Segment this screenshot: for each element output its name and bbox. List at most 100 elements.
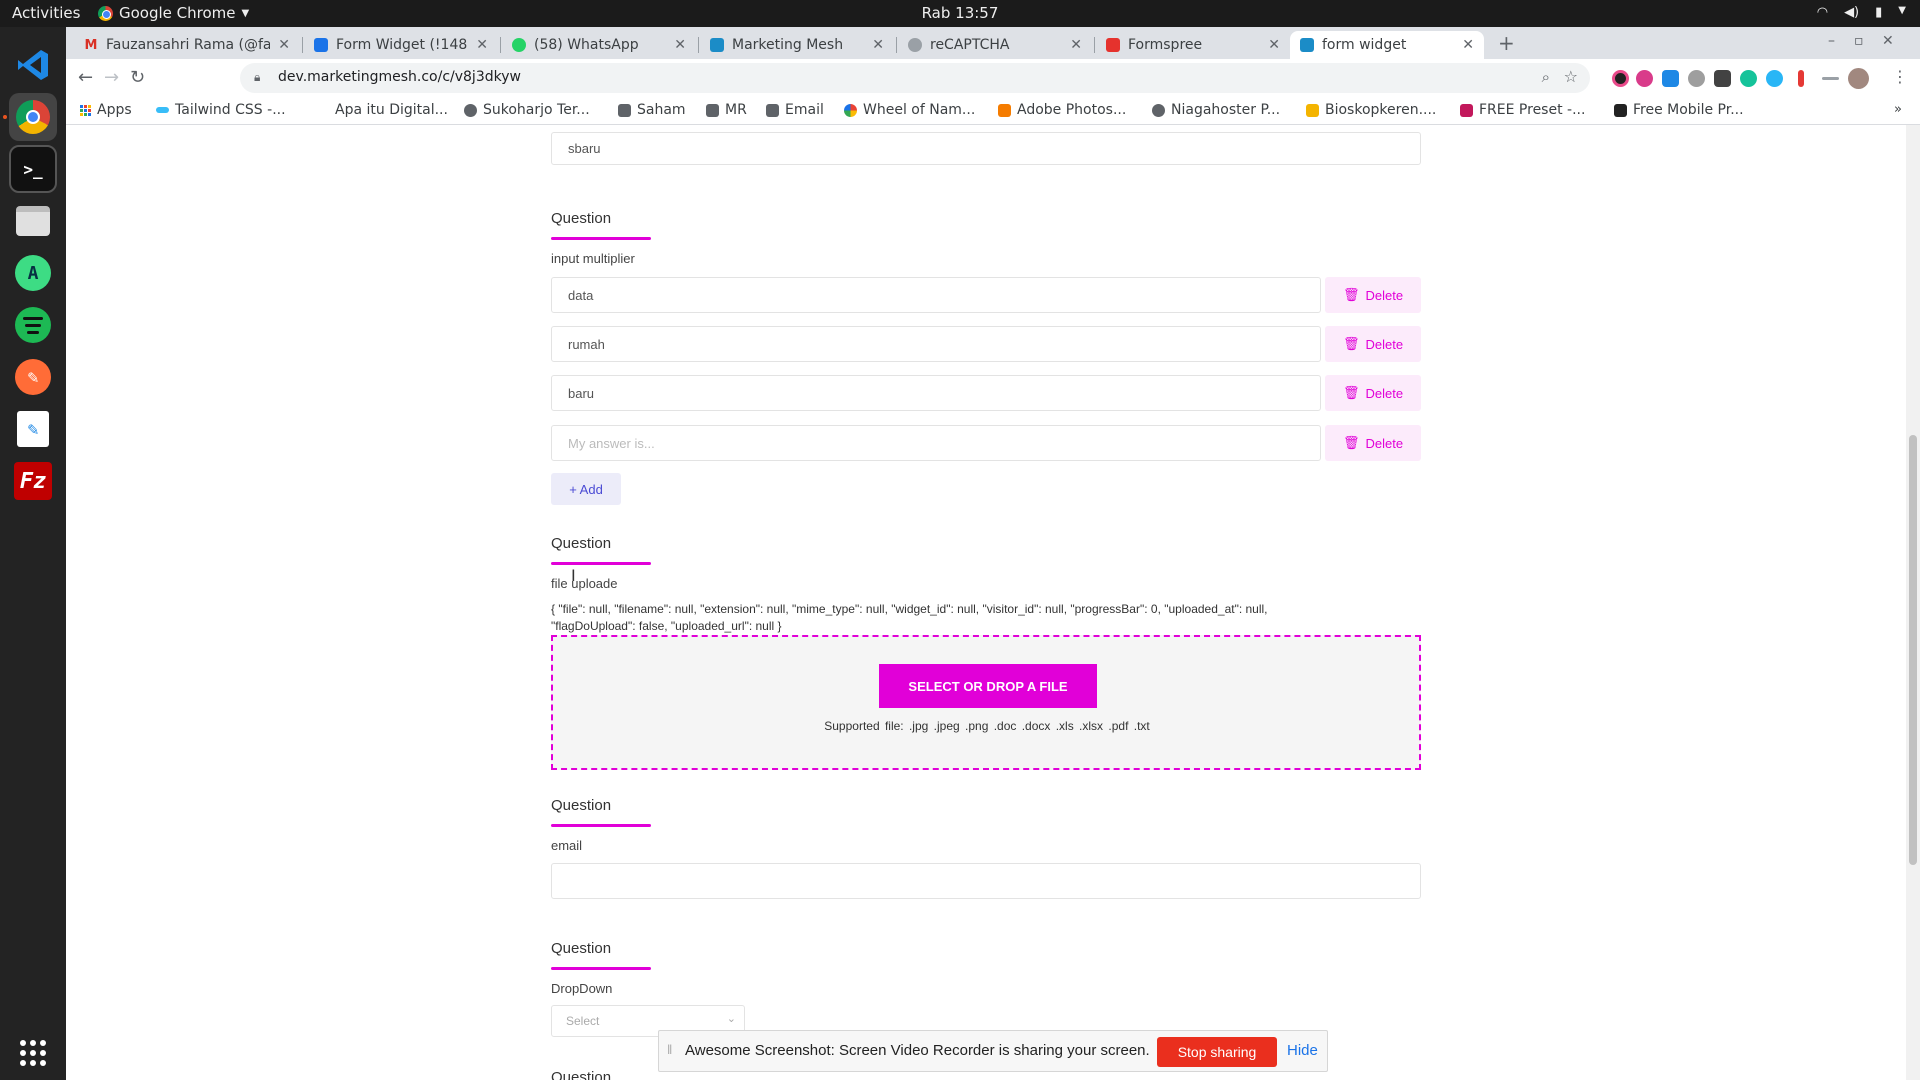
avatar[interactable]: [1848, 68, 1869, 89]
bookmark-adobe[interactable]: Adobe Photos...: [998, 102, 1126, 118]
app-menu[interactable]: Google Chrome ▼: [98, 4, 249, 22]
extension-icon[interactable]: [1612, 70, 1629, 87]
bookmarks-bar: Apps Tailwind CSS -... Apa itu Digital..…: [66, 97, 1920, 125]
bookmark-wheel[interactable]: Wheel of Nam...: [844, 102, 975, 118]
upload-state-json: { "file": null, "filename": null, "exten…: [551, 602, 1268, 633]
tab-marketing-mesh[interactable]: Marketing Mesh ✕: [700, 31, 894, 59]
tab-gmail[interactable]: M Fauzansahri Rama (@faw ✕: [74, 31, 300, 59]
text-editor-icon[interactable]: ✎: [9, 405, 57, 453]
tab-form-widget[interactable]: form widget ✕: [1290, 31, 1484, 59]
scrollbar-thumb[interactable]: [1909, 435, 1917, 865]
extension-icon[interactable]: [1714, 70, 1731, 87]
question-title: Question: [551, 210, 612, 227]
delete-button[interactable]: 🗑︎ Delete: [1325, 326, 1421, 362]
drag-handle-icon[interactable]: ‖: [667, 1042, 672, 1057]
maximize-icon[interactable]: ▫: [1854, 33, 1864, 49]
stop-sharing-button[interactable]: Stop sharing: [1157, 1037, 1277, 1067]
supported-files-text: Supported file: .jpg .jpeg .png .doc .do…: [824, 719, 1150, 733]
minimize-icon[interactable]: –: [1828, 33, 1835, 49]
multiplier-input[interactable]: baru: [551, 375, 1321, 411]
bookmark-tailwind[interactable]: Tailwind CSS -...: [156, 102, 286, 118]
battery-icon: ▮: [1875, 5, 1883, 20]
bookmark-preset[interactable]: FREE Preset -...: [1460, 102, 1585, 118]
multiplier-input[interactable]: data: [551, 277, 1321, 313]
tab-formspree[interactable]: Formspree ✕: [1096, 31, 1290, 59]
system-tray[interactable]: ◠ ◀) ▮ ▼: [1817, 5, 1906, 20]
filezilla-icon[interactable]: Fz: [9, 457, 57, 505]
bookmark-mobile[interactable]: Free Mobile Pr...: [1614, 102, 1744, 118]
tab-title: Marketing Mesh: [732, 37, 844, 53]
url-text: dev.marketingmesh.co/c/v8j3dkyw: [278, 69, 521, 85]
bookmark-niagahoster[interactable]: Niagahoster P...: [1152, 102, 1280, 118]
close-tab-icon[interactable]: ✕: [1070, 37, 1082, 53]
blank-page-icon: [316, 103, 329, 117]
extension-icon[interactable]: [1798, 70, 1804, 87]
bookmark-bioskop[interactable]: Bioskopkeren....: [1306, 102, 1436, 118]
tab-strip: M Fauzansahri Rama (@faw ✕ Form Widget (…: [66, 27, 1920, 59]
bookmark-apps[interactable]: Apps: [80, 102, 132, 118]
zoom-icon[interactable]: ⌕: [1542, 68, 1550, 86]
multiplier-input-empty[interactable]: My answer is...: [551, 425, 1321, 461]
reload-icon[interactable]: ↻: [130, 67, 145, 88]
delete-button[interactable]: 🗑︎ Delete: [1325, 425, 1421, 461]
close-tab-icon[interactable]: ✕: [1268, 37, 1280, 53]
tab-form-widget-mr[interactable]: Form Widget (!1480) · Me ✕: [304, 31, 498, 59]
activities-button[interactable]: Activities: [12, 4, 80, 22]
close-tab-icon[interactable]: ✕: [476, 37, 488, 53]
spotify-icon[interactable]: [9, 301, 57, 349]
close-tab-icon[interactable]: ✕: [674, 37, 686, 53]
more-bookmarks-icon[interactable]: »: [1894, 102, 1902, 117]
page-scrollbar[interactable]: [1906, 125, 1920, 1080]
delete-button[interactable]: 🗑︎ Delete: [1325, 375, 1421, 411]
chrome-dock-icon[interactable]: [9, 93, 57, 141]
files-icon[interactable]: [9, 197, 57, 245]
show-apps-icon[interactable]: [9, 1029, 57, 1077]
close-tab-icon[interactable]: ✕: [278, 37, 290, 53]
bookmark-digital[interactable]: Apa itu Digital...: [316, 102, 448, 118]
hide-button[interactable]: Hide: [1287, 1042, 1318, 1059]
new-tab-button[interactable]: +: [1498, 31, 1515, 55]
tab-recaptcha[interactable]: reCAPTCHA ✕: [898, 31, 1092, 59]
previous-answer-input[interactable]: sbaru: [551, 132, 1421, 165]
bookmark-email[interactable]: Email: [766, 102, 824, 118]
extension-icon[interactable]: [1662, 70, 1679, 87]
formspree-icon: [1106, 38, 1120, 52]
forward-icon[interactable]: →: [104, 67, 119, 88]
more-menu-icon[interactable]: ⋮: [1892, 67, 1908, 86]
tab-whatsapp[interactable]: (58) WhatsApp ✕: [502, 31, 696, 59]
bookmark-label: Adobe Photos...: [1017, 102, 1127, 118]
bookmark-sukoharjo[interactable]: Sukoharjo Ter...: [464, 102, 590, 118]
whatsapp-icon: [512, 38, 526, 52]
delete-label: Delete: [1365, 287, 1404, 303]
add-answer-button[interactable]: + Add: [551, 473, 621, 505]
grammarly-icon[interactable]: [1740, 70, 1757, 87]
address-bar[interactable]: 🔒︎ dev.marketingmesh.co/c/v8j3dkyw ⌕ ☆: [240, 63, 1590, 93]
multiplier-input[interactable]: rumah: [551, 326, 1321, 362]
email-field[interactable]: [551, 863, 1421, 899]
vscode-icon[interactable]: [9, 41, 57, 89]
close-window-icon[interactable]: ✕: [1882, 33, 1894, 49]
folder-icon: [618, 103, 631, 117]
postman-icon[interactable]: ✎: [9, 353, 57, 401]
bookmark-saham[interactable]: Saham: [618, 102, 686, 118]
tab-separator: [896, 37, 897, 53]
clock[interactable]: Rab 13:57: [0, 4, 1920, 22]
question-title: Question: [551, 1069, 612, 1080]
android-studio-icon[interactable]: A: [9, 249, 57, 297]
question-underline: [551, 562, 651, 565]
close-tab-icon[interactable]: ✕: [872, 37, 884, 53]
extension-icon[interactable]: [1766, 70, 1783, 87]
file-dropzone[interactable]: SELECT OR DROP A FILE Supported file: .j…: [551, 635, 1421, 770]
terminal-icon[interactable]: >_: [9, 145, 57, 193]
bookmark-star-icon[interactable]: ☆: [1564, 67, 1578, 86]
back-icon[interactable]: ←: [78, 67, 93, 88]
close-tab-icon[interactable]: ✕: [1462, 37, 1474, 53]
tab-separator: [1094, 37, 1095, 53]
caret-down-icon: ▼: [1898, 5, 1906, 16]
extension-icon[interactable]: [1636, 70, 1653, 87]
media-control-icon[interactable]: [1822, 77, 1839, 80]
delete-button[interactable]: 🗑︎ Delete: [1325, 277, 1421, 313]
extension-icon[interactable]: [1688, 70, 1705, 87]
bookmark-mr[interactable]: MR: [706, 102, 747, 118]
select-file-button[interactable]: SELECT OR DROP A FILE: [879, 664, 1097, 708]
